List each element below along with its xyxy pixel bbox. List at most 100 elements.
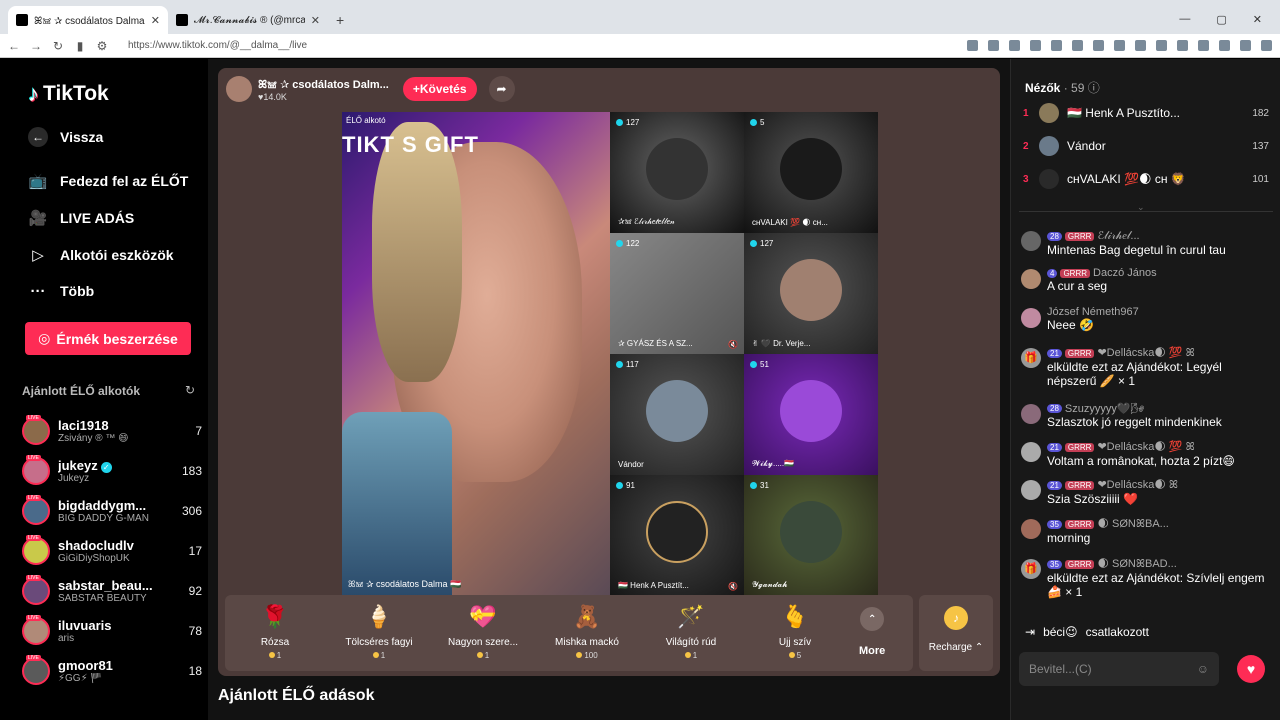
close-tab-icon[interactable]: ✕ — [151, 14, 160, 27]
chat-username[interactable]: Szuzyyyyy🖤🌬 — [1065, 402, 1145, 415]
guest-avatar — [780, 501, 842, 563]
avatar[interactable] — [1021, 519, 1041, 539]
bookmark-icon[interactable]: ▮ — [74, 39, 86, 53]
creator-item[interactable]: LIVE gmoor81 ⚡GG⚡ 🏴 18 — [22, 653, 202, 689]
sidebar-icon[interactable] — [1198, 40, 1209, 51]
tiktok-logo[interactable]: ♪ TikTok — [28, 81, 109, 107]
viewer-count: 17 — [188, 544, 202, 558]
creator-item[interactable]: LIVE shadocludlv GiGiDiyShopUK 17 — [22, 533, 202, 569]
site-settings-icon[interactable]: ⚙ — [96, 39, 108, 53]
close-window-icon[interactable]: ✕ — [1253, 13, 1262, 26]
chat-username[interactable]: ℰ𝓁𝒾𝓇𝒽𝑒𝓁... — [1097, 229, 1139, 243]
guest-tile[interactable]: 127 ✌ 🖤 Dr. Verje... — [744, 233, 878, 354]
follow-button[interactable]: +Követés — [402, 77, 477, 101]
gift-item[interactable]: 🪄 Világító rúd 1 — [641, 601, 741, 660]
close-tab-icon[interactable]: ✕ — [311, 14, 320, 27]
url-field[interactable]: https://www.tiktok.com/@__dalma__/live — [128, 40, 957, 51]
info-icon[interactable]: ⓘ — [1088, 81, 1100, 95]
main-video[interactable]: TIKT S GIFT ÉLŐ alkotó ꕤ𖠌 ✰ csodálatos D… — [342, 112, 610, 596]
creator-item[interactable]: LIVE sabstar_beau... SABSTAR BEAUTY 92 — [22, 573, 202, 609]
avatar[interactable] — [1021, 269, 1041, 289]
shield-icon[interactable] — [1030, 40, 1041, 51]
extension-icon[interactable] — [1135, 40, 1146, 51]
gift-item[interactable]: 💝 Nagyon szere... 1 — [433, 601, 533, 660]
new-tab-button[interactable]: + — [328, 12, 352, 34]
avatar[interactable] — [1021, 404, 1041, 424]
guest-tile[interactable]: 51 𝓦𝓲𝓴𝔂.....🇭🇺 — [744, 354, 878, 475]
nav-more[interactable]: ··· Több — [28, 281, 95, 301]
recommended-creators-title: Ajánlott ÉLŐ alkotók — [22, 384, 141, 398]
more-gifts-button[interactable]: ⌃ More — [859, 607, 885, 657]
wallet-icon[interactable] — [1219, 40, 1230, 51]
emoji-icon[interactable]: ☺ — [1197, 662, 1209, 676]
minimize-icon[interactable]: — — [1179, 13, 1190, 26]
gift-price: 1 — [329, 651, 429, 660]
back-button[interactable]: ← Vissza — [28, 127, 103, 147]
chat-username[interactable]: 🌒 SØNꕤBA... — [1097, 517, 1168, 531]
guest-name: Vándor — [618, 460, 644, 469]
back-arrow-icon[interactable]: ← — [8, 39, 20, 53]
zoom-icon[interactable] — [988, 40, 999, 51]
forward-arrow-icon[interactable]: → — [30, 39, 42, 53]
avatar[interactable] — [1021, 480, 1041, 500]
chat-username[interactable]: ❤Dellácska🌒 ꕤ — [1097, 478, 1178, 492]
host-avatar[interactable] — [226, 76, 252, 102]
menu-icon[interactable] — [1261, 40, 1272, 51]
viewers-header[interactable]: Nézők · 59 ⓘ — [1025, 79, 1100, 96]
recharge-button[interactable]: ♪ Recharge ⌃ — [919, 595, 993, 671]
level-badge: 21 — [1047, 442, 1062, 452]
chat-input[interactable]: Bevitel...(C) ☺ — [1019, 652, 1219, 686]
gift-item[interactable]: 🌹 Rózsa 1 — [225, 601, 325, 660]
creator-item[interactable]: LIVE laci1918 Zsivány ® ™ 😄 7 — [22, 413, 202, 449]
creator-item[interactable]: LIVE bigdaddygm... BIG DADDY G-MAN 306 — [22, 493, 202, 529]
avatar[interactable] — [1021, 231, 1041, 251]
share-icon[interactable]: ➦ — [488, 76, 515, 102]
extension-icon[interactable] — [1177, 40, 1188, 51]
chat-username[interactable]: ❤Dellácska🌒 💯 ꕤ — [1097, 440, 1194, 454]
top-viewer-row[interactable]: 3 ᴄʜVALAKI 💯🌒 ᴄʜ 🦁 101 — [1023, 167, 1269, 191]
chat-username[interactable]: ❤Dellácska🌒 💯 ꕤ — [1097, 346, 1194, 360]
guest-tile[interactable]: 127 ✰𖠌 ℰ𝓁𝒾𝓇𝒽𝑒𝓉𝑒𝓁𝓁𝑒𝓃 — [610, 112, 744, 233]
guest-tile[interactable]: 5 ᴄʜVALAKI 💯 🌒 ᴄʜ... — [744, 112, 878, 233]
get-coins-button[interactable]: ◎ Érmék beszerzése — [25, 322, 191, 355]
maximize-icon[interactable]: ▢ — [1216, 13, 1226, 26]
guest-tile[interactable]: 91 🇭🇺 Henk A Pusztít... 🔇 — [610, 475, 744, 596]
host-name[interactable]: ꕤ𖠌 ✰ csodálatos Dalm... — [258, 77, 389, 92]
extension-icon[interactable] — [1072, 40, 1083, 51]
guest-count: 31 — [750, 481, 769, 490]
refresh-icon[interactable]: ↻ — [185, 383, 195, 397]
extension-icons — [967, 40, 1272, 51]
avatar[interactable] — [1021, 308, 1041, 328]
chat-username[interactable]: József Németh967 — [1047, 306, 1139, 318]
reload-icon[interactable]: ↻ — [52, 39, 64, 53]
guest-tile[interactable]: 31 𝓨𝓰𝓪𝓷𝓭𝓪𝓱 — [744, 475, 878, 596]
extension-icon[interactable] — [1093, 40, 1104, 51]
guest-tile[interactable]: 117 Vándor — [610, 354, 744, 475]
extension-icon[interactable] — [1114, 40, 1125, 51]
level-badge: 21 — [1047, 480, 1062, 490]
nav-go-live[interactable]: 🎥 LIVE ADÁS — [28, 208, 135, 228]
creator-subtitle: Jukeyz — [58, 473, 90, 484]
translate-icon[interactable] — [967, 40, 978, 51]
chat-username[interactable]: Daczó János — [1093, 267, 1157, 279]
top-viewer-row[interactable]: 1 🇭🇺 Henk A Pusztíto... 182 — [1023, 101, 1269, 125]
extension-icon[interactable] — [1051, 40, 1062, 51]
gift-item[interactable]: 🧸 Mishka mackó 100 — [537, 601, 637, 660]
browser-tab-active[interactable]: ꕤ𖠌 ✰ csodálatos Dalma ✕ — [8, 6, 168, 34]
avatar[interactable] — [1021, 442, 1041, 462]
gift-item[interactable]: 🍦 Tölcséres fagyi 1 — [329, 601, 429, 660]
nav-explore-live[interactable]: 📺 Fedezd fel az ÉLŐT — [28, 171, 189, 191]
joined-username[interactable]: béci😉 — [1043, 625, 1078, 639]
guest-tile[interactable]: 122 ✰ GYÁSZ ÉS A SZ... 🔇 — [610, 233, 744, 354]
browser-tab[interactable]: 𝓜𝓻.𝓒𝓪𝓷𝓷𝓪𝓫𝓲𝓼 ® (@mrcannabis_) ✕ — [168, 6, 328, 34]
extension-icon[interactable] — [1156, 40, 1167, 51]
gift-item[interactable]: 🫰 Ujj szív 5 — [745, 601, 845, 660]
chat-username[interactable]: 🌒 SØNꕤBAD... — [1097, 557, 1176, 571]
top-viewer-row[interactable]: 2 Vándor 137 — [1023, 134, 1269, 158]
like-heart-button[interactable]: ♥ — [1237, 655, 1265, 683]
creator-item[interactable]: LIVE jukeyz ✓ Jukeyz 183 — [22, 453, 202, 489]
creator-item[interactable]: LIVE iluvuaris aris 78 — [22, 613, 202, 649]
nav-creator-tools[interactable]: ▷ Alkotói eszközök — [28, 245, 173, 265]
share-icon[interactable] — [1009, 40, 1020, 51]
download-icon[interactable] — [1240, 40, 1251, 51]
